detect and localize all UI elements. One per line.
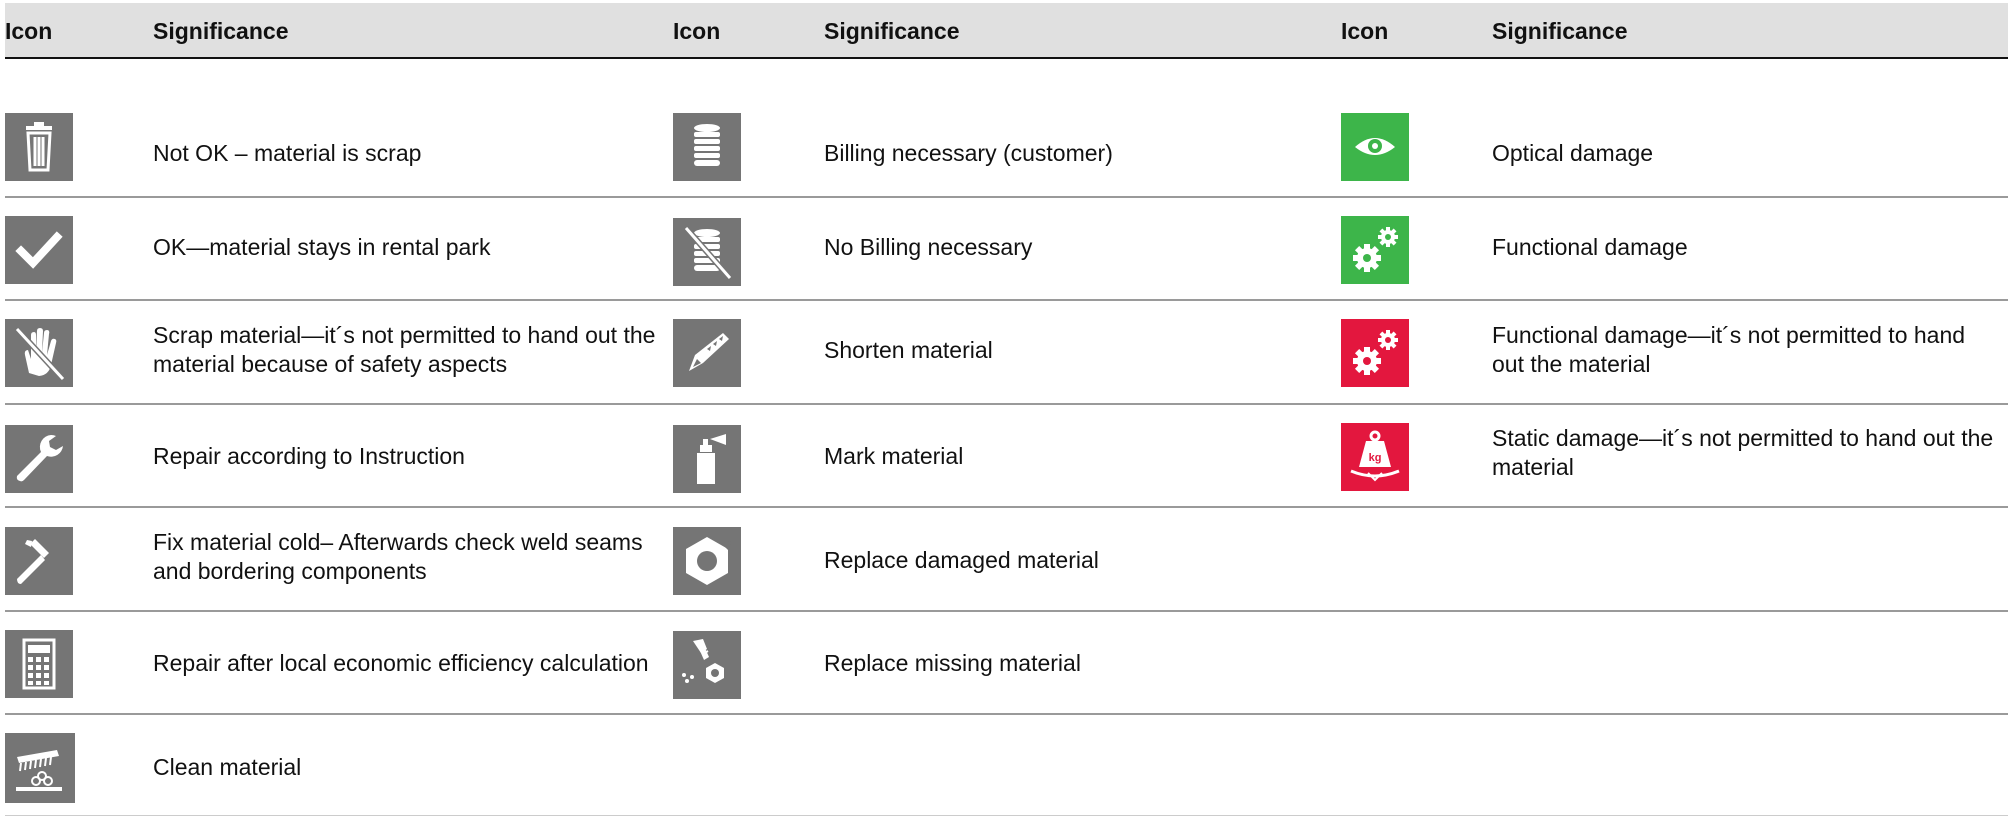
coin-stack-icon (673, 113, 741, 181)
calculator-icon (5, 630, 73, 698)
damaged-nut-icon (673, 527, 741, 595)
trash-can-icon (5, 113, 73, 181)
significance-text: Mark material (824, 442, 964, 469)
bolt-and-nut-icon (673, 631, 741, 699)
wrench-icon (5, 425, 73, 493)
significance-text: Repair after local economic efficiency c… (153, 649, 649, 676)
row-divider (5, 713, 2008, 715)
crossed-coin-stack-icon (673, 218, 741, 286)
gears-icon (1341, 216, 1409, 284)
row-divider (5, 196, 2008, 198)
significance-text: Repair according to Instruction (153, 442, 465, 469)
row-divider (5, 403, 2008, 405)
row-divider (5, 610, 2008, 612)
crossed-out-hand-icon (5, 319, 73, 387)
row-divider (5, 815, 2008, 816)
significance-text: Optical damage (1492, 139, 1654, 166)
significance-text: Functional damage—it´s not permitted to … (1492, 322, 1966, 377)
gears-icon (1341, 319, 1409, 387)
significance-text: Clean material (153, 753, 302, 780)
table-header: Icon Significance Icon Significance Icon… (5, 3, 2008, 59)
significance-text: Scrap material—it´s not permitted to han… (153, 322, 656, 377)
header-significance-col1: Significance (153, 18, 289, 44)
significance-text: Billing necessary (customer) (824, 139, 1113, 166)
checkmark-icon (5, 216, 73, 284)
cleaning-brush-icon (5, 733, 75, 803)
header-icon-col1: Icon (5, 18, 53, 44)
svg-text:kg: kg (1369, 452, 1382, 464)
significance-text: Replace damaged material (824, 546, 1099, 573)
eye-icon (1341, 113, 1409, 181)
weight-kg-icon: kg (1341, 423, 1409, 491)
row-divider (5, 506, 2008, 508)
spray-can-icon (673, 425, 741, 493)
header-icon-col3: Icon (1341, 18, 1389, 44)
significance-text: Replace missing material (824, 649, 1081, 676)
significance-text: No Billing necessary (824, 233, 1033, 260)
hammer-icon (5, 527, 73, 595)
row-divider (5, 299, 2008, 301)
significance-text: Functional damage (1492, 233, 1688, 260)
significance-text: Fix material cold– Afterwards check weld… (153, 529, 643, 584)
header-significance-col2: Significance (824, 18, 960, 44)
significance-text: Static damage—it´s not permitted to hand… (1492, 425, 1994, 480)
saw-icon (673, 319, 741, 387)
header-significance-col3: Significance (1492, 18, 1628, 44)
significance-text: OK—material stays in rental park (153, 233, 491, 260)
header-icon-col2: Icon (673, 18, 721, 44)
significance-text: Not OK – material is scrap (153, 139, 422, 166)
significance-text: Shorten material (824, 336, 993, 363)
